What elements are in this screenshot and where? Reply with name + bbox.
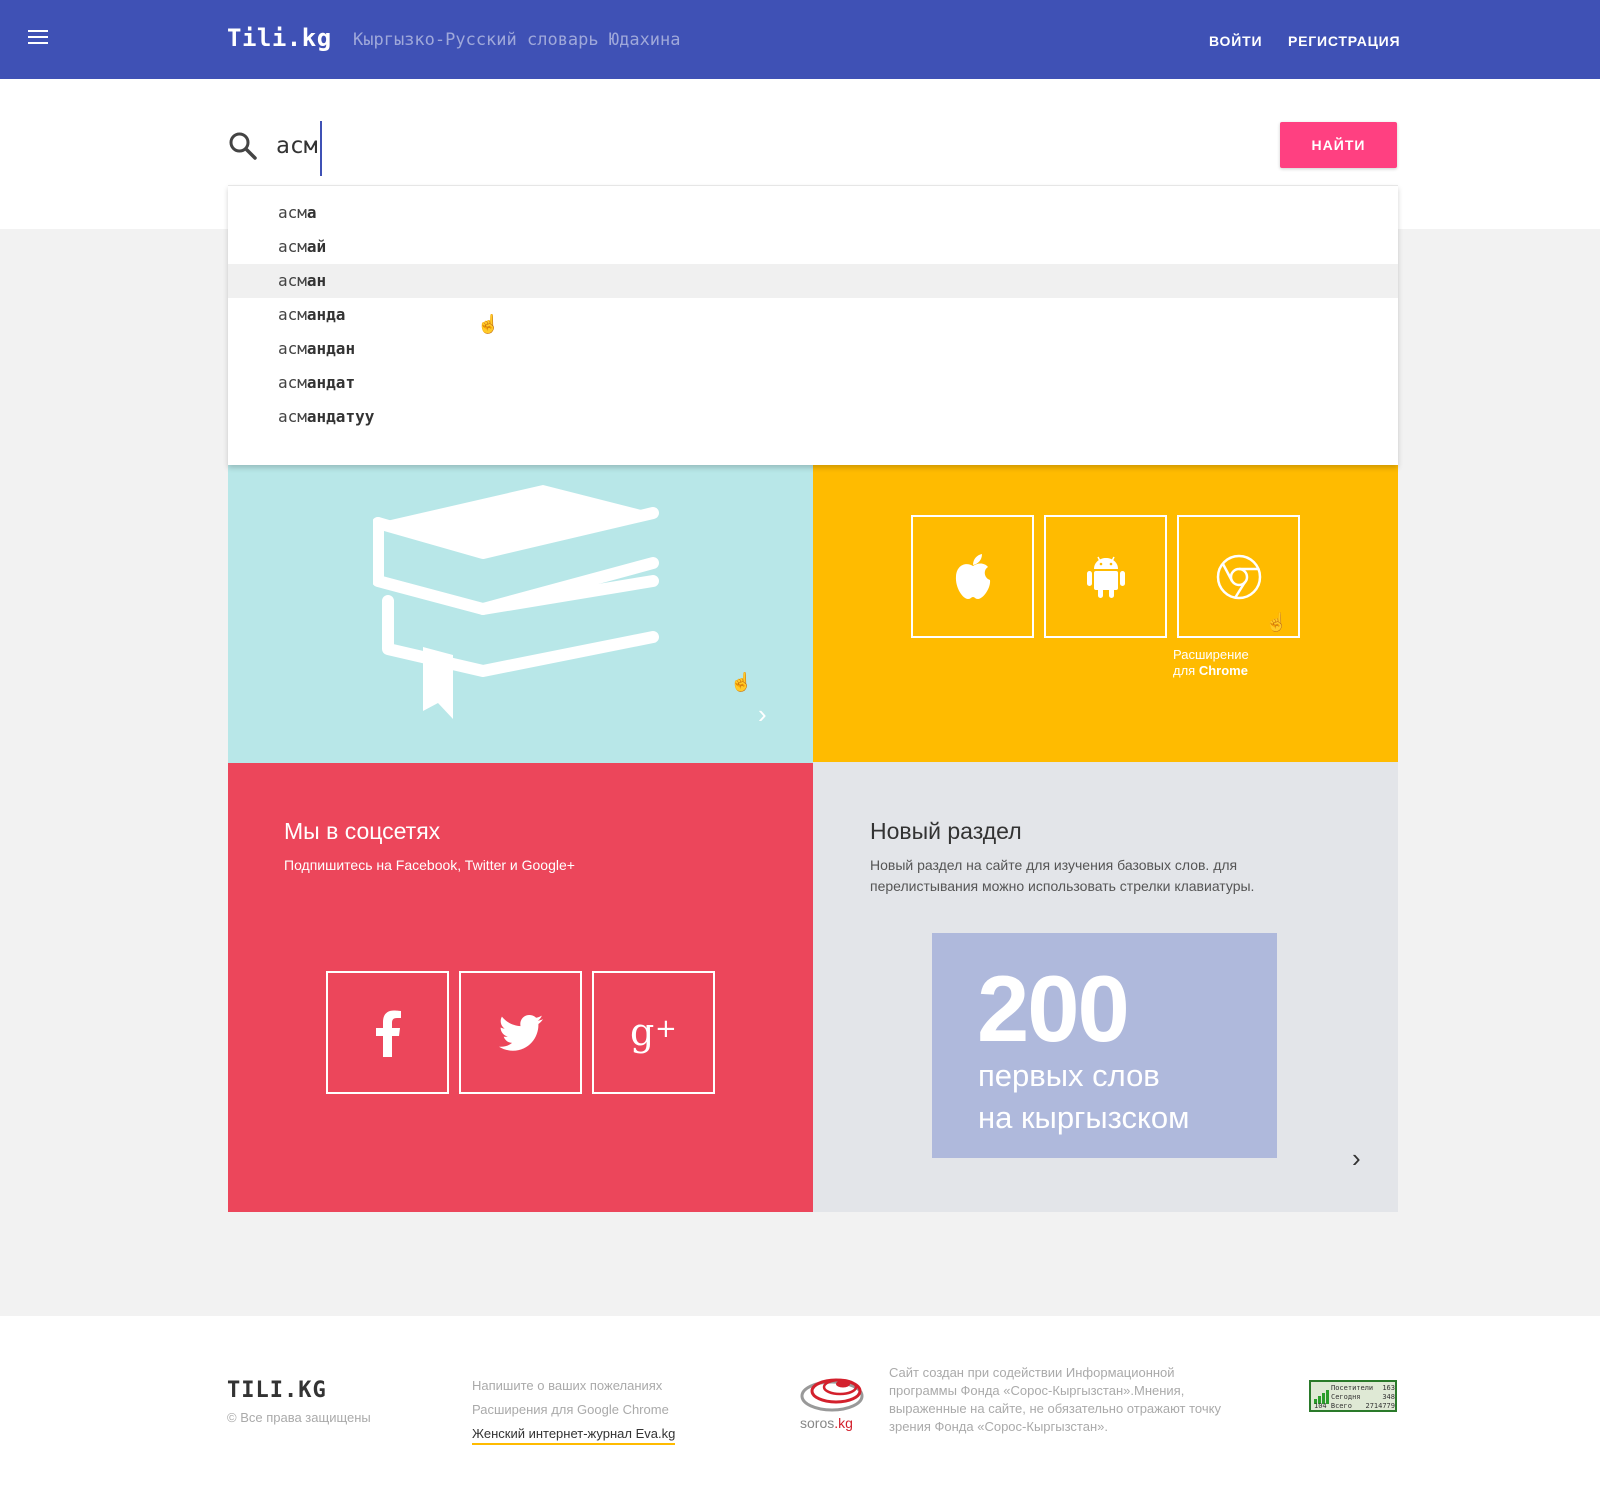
- site-subtitle: Кыргызко-Русский словарь Юдахина: [353, 30, 681, 50]
- chevron-right-icon[interactable]: ›: [758, 699, 767, 730]
- social-tile: Мы в соцсетях Подпишитесь на Facebook, T…: [228, 763, 813, 1212]
- search-input[interactable]: асм: [276, 128, 318, 174]
- register-link[interactable]: РЕГИСТРАЦИЯ: [1288, 33, 1400, 49]
- soros-link[interactable]: soros.kg: [800, 1415, 853, 1431]
- google-plus-icon: g +: [630, 1011, 677, 1054]
- hand-cursor-icon: ☝: [1265, 612, 1288, 632]
- apps-tile: Расширение для Chrome ☝: [813, 465, 1398, 762]
- new-section-text: Новый раздел на сайте для изучения базов…: [870, 857, 1255, 894]
- words-card[interactable]: 200 первых слов на кыргызском: [932, 933, 1277, 1158]
- footer-logo[interactable]: TILI.KG: [227, 1378, 327, 1403]
- facebook-icon: [375, 1010, 401, 1057]
- social-title: Мы в соцсетях: [284, 818, 441, 844]
- android-icon: [1086, 556, 1125, 598]
- chrome-icon: [1216, 554, 1261, 599]
- find-button[interactable]: НАЙТИ: [1280, 122, 1397, 168]
- twitter-icon: [498, 1014, 543, 1051]
- chrome-caption: Расширение для Chrome: [1173, 647, 1249, 678]
- new-section-title: Новый раздел: [870, 818, 1022, 844]
- chevron-right-icon[interactable]: ›: [1352, 1143, 1361, 1174]
- android-app-button[interactable]: [1044, 515, 1167, 638]
- copyright: © Все права защищены: [227, 1410, 371, 1425]
- menu-icon[interactable]: [28, 30, 48, 48]
- ios-app-button[interactable]: [911, 515, 1034, 638]
- suggestion-item[interactable]: асмай: [228, 230, 1398, 264]
- sponsor-note: Сайт создан при содействии Информационно…: [889, 1365, 1221, 1434]
- text-caret: [320, 121, 322, 176]
- chrome-extensions-link[interactable]: Расширения для Google Chrome: [472, 1402, 669, 1417]
- suggestion-item[interactable]: асмандат: [228, 366, 1398, 400]
- svg-text:g: g: [630, 1011, 654, 1054]
- search-icon: [229, 132, 257, 160]
- suggestion-item[interactable]: асмандатуу: [228, 400, 1398, 434]
- visitor-counter[interactable]: Посетители 163 Сегодня 348 104 Всего 271477…: [1309, 1380, 1397, 1412]
- suggestion-item-highlighted[interactable]: асман: [228, 264, 1398, 298]
- site-logo[interactable]: Tili.kg: [227, 24, 332, 52]
- top-app-bar: Tili.kg Кыргызко-Русский словарь Юдахина…: [0, 0, 1600, 79]
- words-count: 200: [977, 956, 1130, 1061]
- new-section-tile[interactable]: Новый раздел Новый раздел на сайте для и…: [813, 762, 1398, 1212]
- book-icon: [373, 485, 659, 719]
- footer: TILI.KG © Все права защищены Напишите о …: [0, 1316, 1600, 1491]
- suggestion-item[interactable]: асмандан: [228, 332, 1398, 366]
- suggestion-item[interactable]: асма: [228, 196, 1398, 230]
- svg-text:+: +: [655, 1014, 677, 1044]
- words-caption: первых слов на кыргызском: [978, 1058, 1190, 1135]
- social-text: Подпишитесь на Facebook, Twitter и Googl…: [284, 857, 575, 873]
- eva-kg-link[interactable]: Женский интернет-журнал Eva.kg: [472, 1426, 676, 1445]
- google-plus-button[interactable]: g +: [592, 971, 715, 1094]
- login-link[interactable]: ВОЙТИ: [1209, 33, 1262, 49]
- twitter-button[interactable]: [459, 971, 582, 1094]
- apple-icon: [955, 553, 990, 599]
- facebook-button[interactable]: [326, 971, 449, 1094]
- hand-cursor-icon: ☝: [730, 672, 753, 692]
- feedback-link[interactable]: Напишите о ваших пожеланиях: [472, 1378, 662, 1393]
- suggestion-item[interactable]: асманда: [228, 298, 1398, 332]
- hand-cursor-icon: ☝: [477, 314, 500, 334]
- suggestions-dropdown: асма асмай асман асманда асмандан асманд…: [228, 185, 1398, 465]
- dictionary-tile[interactable]: › ☝: [228, 465, 813, 763]
